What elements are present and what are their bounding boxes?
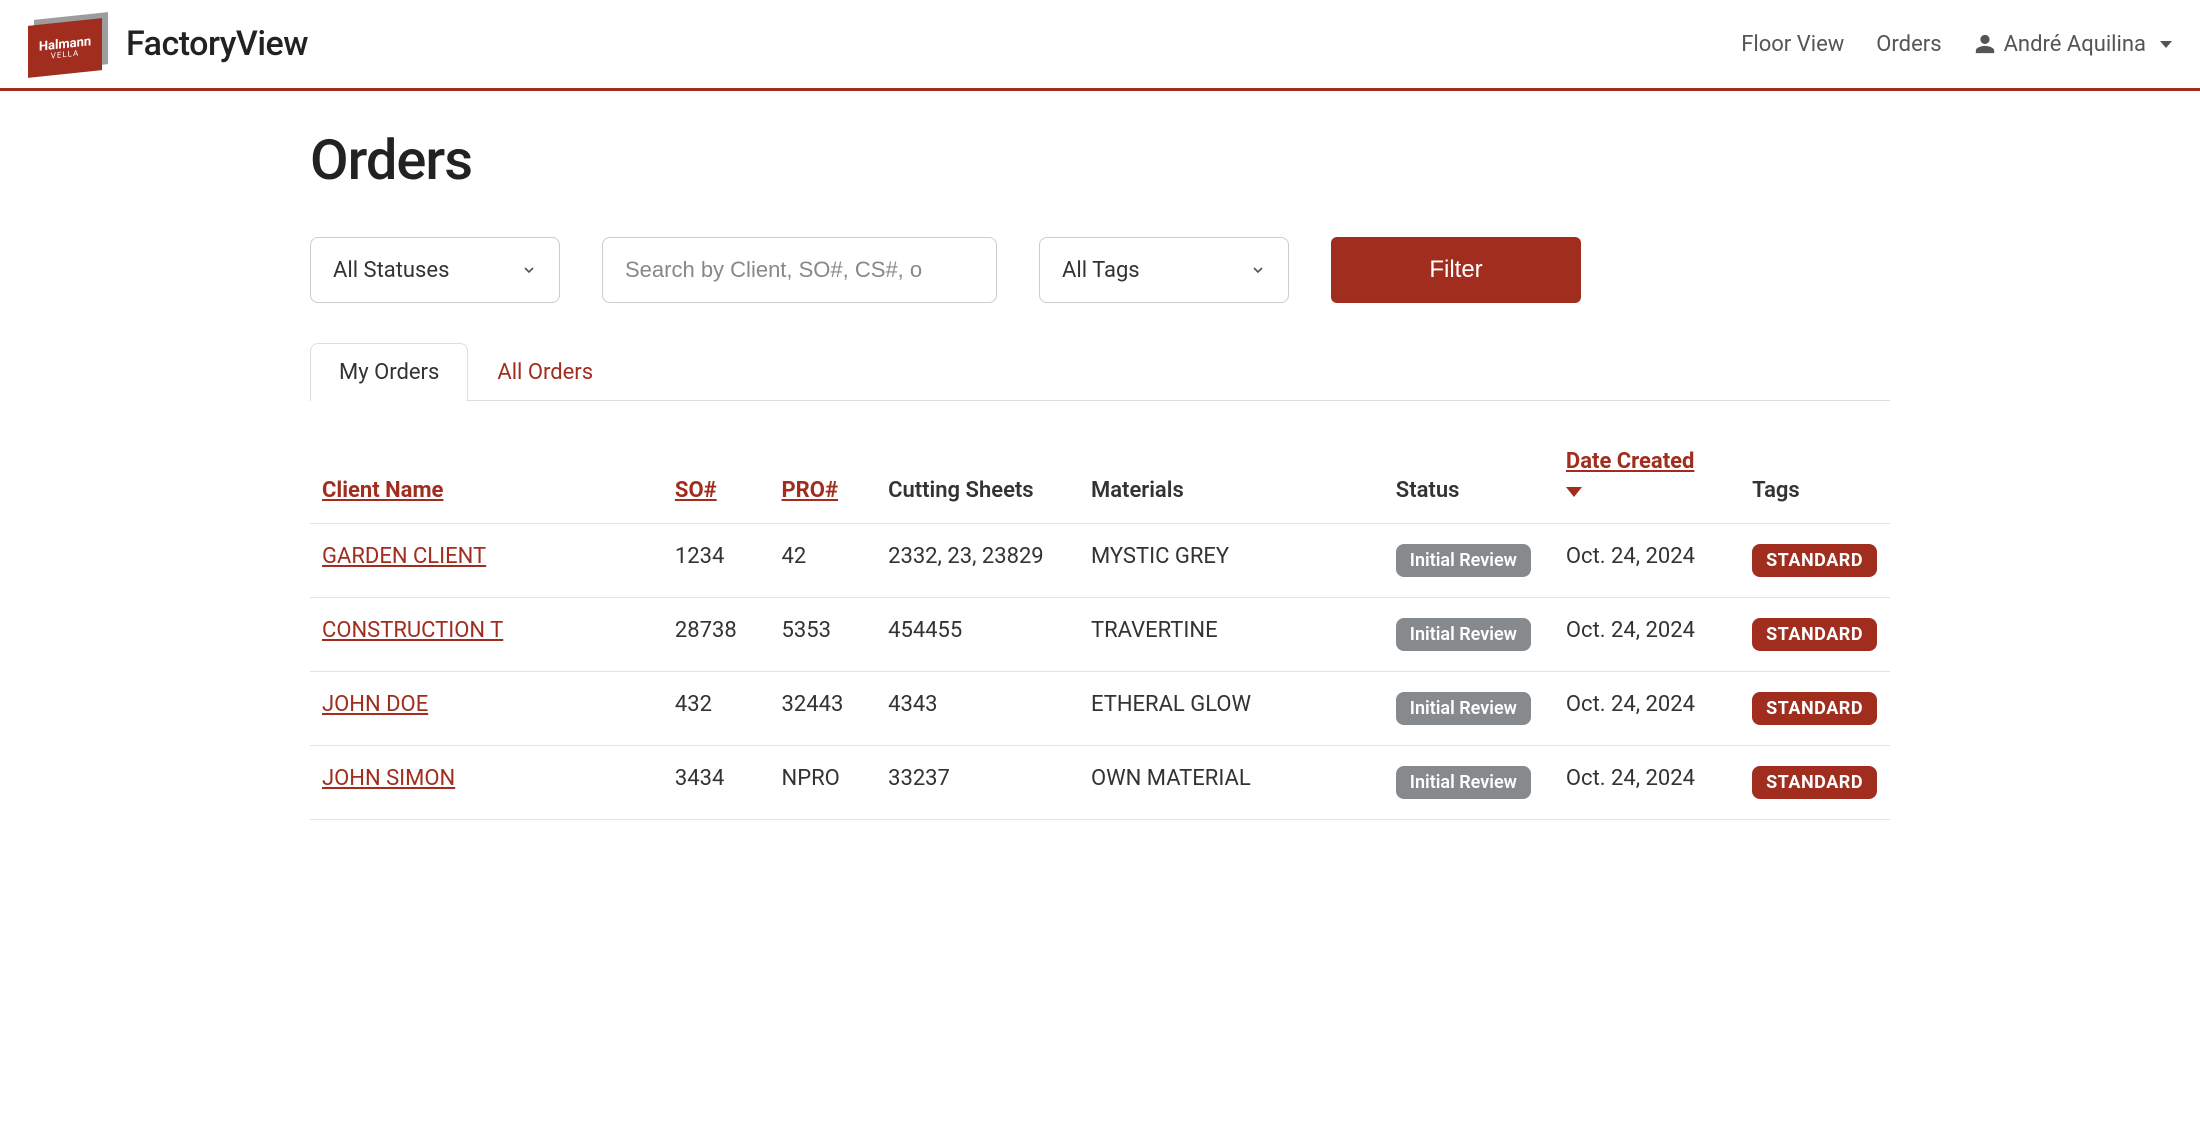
cell-pro: 32443 xyxy=(770,672,877,746)
user-menu[interactable]: André Aquilina xyxy=(1974,32,2172,57)
chevron-down-icon xyxy=(521,262,537,278)
cell-so: 1234 xyxy=(663,524,770,598)
table-row: JOHN DOE 432324434343ETHERAL GLOW Initial … xyxy=(310,672,1890,746)
tag-badge: STANDARD xyxy=(1752,766,1877,799)
navbar: Halmann VELLA FactoryView Floor View Ord… xyxy=(0,0,2200,91)
table-row: CONSTRUCTION T 287385353454455TRAVERTINE I… xyxy=(310,598,1890,672)
client-link[interactable]: JOHN SIMON xyxy=(322,766,455,791)
status-badge: Initial Review xyxy=(1396,692,1531,725)
caret-down-icon xyxy=(2160,41,2172,48)
cell-pro: 42 xyxy=(770,524,877,598)
orders-table: Client Name SO# PRO# Cutting Sheets Mate… xyxy=(310,429,1890,820)
cell-cs: 454455 xyxy=(876,598,1079,672)
status-badge: Initial Review xyxy=(1396,544,1531,577)
nav-orders[interactable]: Orders xyxy=(1876,32,1941,57)
nav-floorview[interactable]: Floor View xyxy=(1741,32,1844,57)
cell-cs: 33237 xyxy=(876,746,1079,820)
table-header-row: Client Name SO# PRO# Cutting Sheets Mate… xyxy=(310,429,1890,524)
tag-select[interactable]: All Tags xyxy=(1039,237,1289,303)
tag-badge: STANDARD xyxy=(1752,692,1877,725)
status-select[interactable]: All Statuses xyxy=(310,237,560,303)
status-badge: Initial Review xyxy=(1396,618,1531,651)
chevron-down-icon xyxy=(1250,262,1266,278)
header-status: Status xyxy=(1384,429,1554,524)
filters-row: All Statuses All Tags Filter xyxy=(310,237,1890,303)
cell-pro: NPRO xyxy=(770,746,877,820)
tag-badge: STANDARD xyxy=(1752,544,1877,577)
table-row: GARDEN CLIENT 1234422332, 23, 23829MYSTIC… xyxy=(310,524,1890,598)
app-name[interactable]: FactoryView xyxy=(126,24,308,64)
client-link[interactable]: GARDEN CLIENT xyxy=(322,544,486,569)
tag-badge: STANDARD xyxy=(1752,618,1877,651)
navbar-right: Floor View Orders André Aquilina xyxy=(1741,32,2172,57)
cell-materials: OWN MATERIAL xyxy=(1079,746,1384,820)
user-name: André Aquilina xyxy=(2004,32,2146,57)
client-link[interactable]: JOHN DOE xyxy=(322,692,428,717)
status-select-label: All Statuses xyxy=(333,258,449,283)
user-icon xyxy=(1974,33,1996,55)
filter-button[interactable]: Filter xyxy=(1331,237,1581,303)
cell-date: Oct. 24, 2024 xyxy=(1554,746,1740,820)
navbar-left: Halmann VELLA FactoryView xyxy=(28,16,308,72)
header-cutting-sheets: Cutting Sheets xyxy=(876,429,1079,524)
header-pro[interactable]: PRO# xyxy=(782,478,838,503)
header-materials: Materials xyxy=(1079,429,1384,524)
cell-date: Oct. 24, 2024 xyxy=(1554,598,1740,672)
search-input-wrapper[interactable] xyxy=(602,237,997,303)
logo-text-line2: VELLA xyxy=(51,49,80,60)
search-input[interactable] xyxy=(625,257,974,283)
sort-desc-icon xyxy=(1566,478,1728,503)
header-so[interactable]: SO# xyxy=(675,478,717,503)
tabs: My Orders All Orders xyxy=(310,343,1890,401)
header-tags: Tags xyxy=(1740,429,1890,524)
cell-materials: ETHERAL GLOW xyxy=(1079,672,1384,746)
page-title: Orders xyxy=(310,127,1890,193)
cell-materials: MYSTIC GREY xyxy=(1079,524,1384,598)
cell-so: 3434 xyxy=(663,746,770,820)
tab-all-orders[interactable]: All Orders xyxy=(468,343,622,401)
tab-my-orders[interactable]: My Orders xyxy=(310,343,468,401)
cell-date: Oct. 24, 2024 xyxy=(1554,672,1740,746)
cell-so: 432 xyxy=(663,672,770,746)
cell-cs: 2332, 23, 23829 xyxy=(876,524,1079,598)
header-date-created[interactable]: Date Created xyxy=(1566,449,1694,474)
cell-materials: TRAVERTINE xyxy=(1079,598,1384,672)
cell-so: 28738 xyxy=(663,598,770,672)
cell-cs: 4343 xyxy=(876,672,1079,746)
status-badge: Initial Review xyxy=(1396,766,1531,799)
cell-pro: 5353 xyxy=(770,598,877,672)
header-client[interactable]: Client Name xyxy=(322,478,443,503)
main-container: Orders All Statuses All Tags Filter My O… xyxy=(170,91,2030,820)
cell-date: Oct. 24, 2024 xyxy=(1554,524,1740,598)
tag-select-label: All Tags xyxy=(1062,258,1140,283)
table-row: JOHN SIMON 3434NPRO33237OWN MATERIAL Initi… xyxy=(310,746,1890,820)
client-link[interactable]: CONSTRUCTION T xyxy=(322,618,503,643)
brand-logo[interactable]: Halmann VELLA xyxy=(28,16,108,72)
